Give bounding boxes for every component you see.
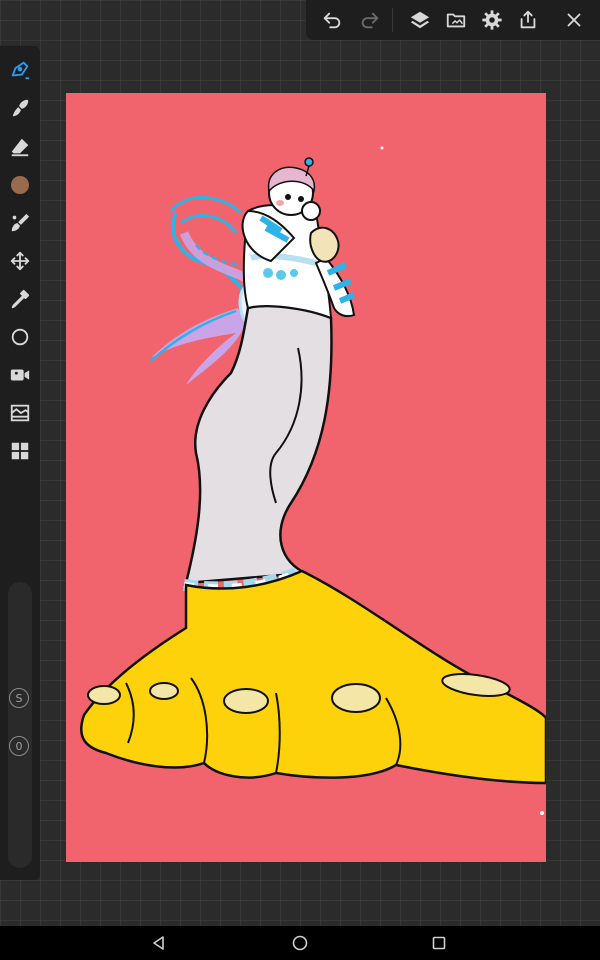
smudge-icon[interactable] [8, 96, 32, 120]
tool-sidebar: S 0 [0, 46, 40, 880]
recents-icon[interactable] [430, 934, 448, 952]
share-icon[interactable] [516, 8, 540, 32]
toolbar-divider [392, 8, 393, 32]
color-swatch[interactable] [8, 173, 32, 197]
undo-icon[interactable] [320, 8, 344, 32]
video-icon[interactable] [8, 363, 32, 387]
back-icon[interactable] [150, 934, 168, 952]
home-icon[interactable] [291, 934, 309, 952]
transform-icon[interactable] [8, 249, 32, 273]
opacity-label: 0 [15, 739, 23, 753]
brush-size-slider[interactable] [8, 582, 32, 868]
opacity-button[interactable]: 0 [9, 736, 29, 756]
adjustments-icon[interactable] [8, 401, 32, 425]
size-label: S [15, 691, 23, 705]
eraser-icon[interactable] [8, 135, 32, 159]
artwork [66, 93, 546, 862]
system-nav-bar [0, 926, 600, 960]
pen-icon[interactable] [8, 58, 32, 82]
panels-icon[interactable] [8, 439, 32, 463]
size-button[interactable]: S [9, 688, 29, 708]
brush-icon[interactable] [8, 211, 32, 235]
close-icon[interactable] [562, 8, 586, 32]
top-toolbar [306, 0, 600, 40]
shape-icon[interactable] [8, 325, 32, 349]
current-color [11, 176, 29, 194]
gallery-icon[interactable] [444, 8, 468, 32]
eyedropper-icon[interactable] [8, 287, 32, 311]
settings-icon[interactable] [480, 8, 504, 32]
redo-icon[interactable] [358, 8, 382, 32]
drawing-canvas[interactable] [66, 93, 546, 862]
layers-icon[interactable] [408, 8, 432, 32]
